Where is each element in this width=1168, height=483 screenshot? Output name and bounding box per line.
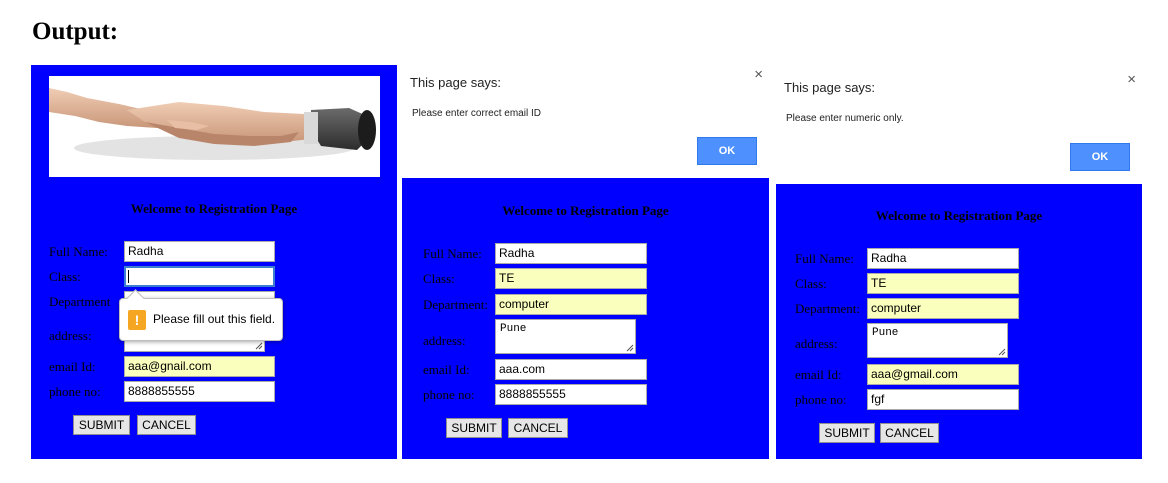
department-input[interactable]: computer	[495, 294, 647, 315]
department-label: Department	[49, 294, 111, 309]
address-value: Pune	[500, 323, 527, 335]
class-label: Class:	[795, 276, 827, 291]
validation-tooltip: ! Please fill out this field.	[119, 289, 283, 341]
full-name-input[interactable]: Radha	[495, 243, 647, 264]
email-input[interactable]: aaa.com	[495, 359, 647, 380]
warning-icon: !	[128, 310, 146, 330]
submit-button[interactable]: SUBMIT	[819, 423, 875, 443]
registration-panel-3: Welcome to Registration Page Full Name: …	[776, 184, 1142, 459]
class-label: Class:	[423, 271, 455, 286]
dialog-message: Please enter numeric only.	[786, 113, 904, 124]
address-label: address:	[795, 336, 838, 351]
phone-label: phone no:	[795, 392, 847, 407]
class-label: Class:	[49, 269, 81, 284]
close-icon[interactable]: ×	[754, 66, 763, 83]
handshake-banner-image	[49, 76, 380, 177]
address-value: Pune	[872, 327, 899, 339]
submit-button[interactable]: SUBMIT	[73, 415, 130, 435]
alert-dialog-email: This page says: × Please enter correct e…	[402, 66, 769, 178]
cancel-button[interactable]: CANCEL	[137, 415, 196, 435]
close-icon[interactable]: ×	[1127, 71, 1136, 88]
full-name-label: Full Name:	[423, 246, 482, 261]
full-name-input[interactable]: Radha	[867, 248, 1019, 269]
department-label: Department:	[423, 297, 488, 312]
resize-grip-icon[interactable]	[626, 344, 634, 352]
dialog-title: This page says:	[410, 75, 502, 90]
email-input[interactable]: aaa@gnail.com	[124, 356, 275, 377]
cancel-button[interactable]: CANCEL	[508, 418, 568, 438]
tooltip-message: Please fill out this field.	[153, 312, 276, 326]
full-name-label: Full Name:	[49, 244, 108, 259]
ok-button[interactable]: OK	[1070, 143, 1130, 171]
phone-label: phone no:	[423, 387, 475, 402]
email-label: email Id:	[795, 367, 842, 382]
email-label: email Id:	[49, 359, 96, 374]
page-title: Welcome to Registration Page	[875, 208, 1043, 223]
page-title: Welcome to Registration Page	[502, 203, 669, 218]
registration-panel-1: Welcome to Registration Page Full Name: …	[31, 65, 397, 459]
phone-label: phone no:	[49, 384, 101, 399]
dialog-message: Please enter correct email ID	[412, 108, 541, 119]
resize-grip-icon[interactable]	[998, 348, 1006, 356]
class-input[interactable]	[124, 266, 275, 287]
cancel-button[interactable]: CANCEL	[880, 423, 939, 443]
department-label: Department:	[795, 301, 860, 316]
phone-input[interactable]: fgf	[867, 389, 1019, 410]
email-input[interactable]: aaa@gmail.com	[867, 364, 1019, 385]
address-textarea[interactable]: Pune	[495, 319, 636, 354]
class-input[interactable]: TE	[495, 268, 647, 289]
phone-input[interactable]: 8888855555	[124, 381, 275, 402]
text-caret	[128, 270, 129, 284]
address-label: address:	[49, 328, 92, 343]
registration-panel-2: Welcome to Registration Page Full Name: …	[402, 178, 769, 459]
full-name-label: Full Name:	[795, 251, 854, 266]
ok-button[interactable]: OK	[697, 137, 757, 165]
submit-button[interactable]: SUBMIT	[446, 418, 502, 438]
alert-dialog-phone: This page says: × Please enter numeric o…	[776, 71, 1142, 184]
full-name-input[interactable]: Radha	[124, 241, 275, 262]
handshake-icon	[49, 88, 376, 160]
dialog-title: This page says:	[784, 80, 876, 95]
email-label: email Id:	[423, 362, 470, 377]
output-heading: Output:	[32, 18, 119, 45]
department-input[interactable]: computer	[867, 298, 1019, 319]
resize-grip-icon[interactable]	[255, 342, 263, 350]
address-textarea[interactable]: Pune	[867, 323, 1008, 358]
phone-input[interactable]: 8888855555	[495, 384, 647, 405]
class-input[interactable]: TE	[867, 273, 1019, 294]
address-label: address:	[423, 333, 466, 348]
page-title: Welcome to Registration Page	[130, 201, 298, 216]
